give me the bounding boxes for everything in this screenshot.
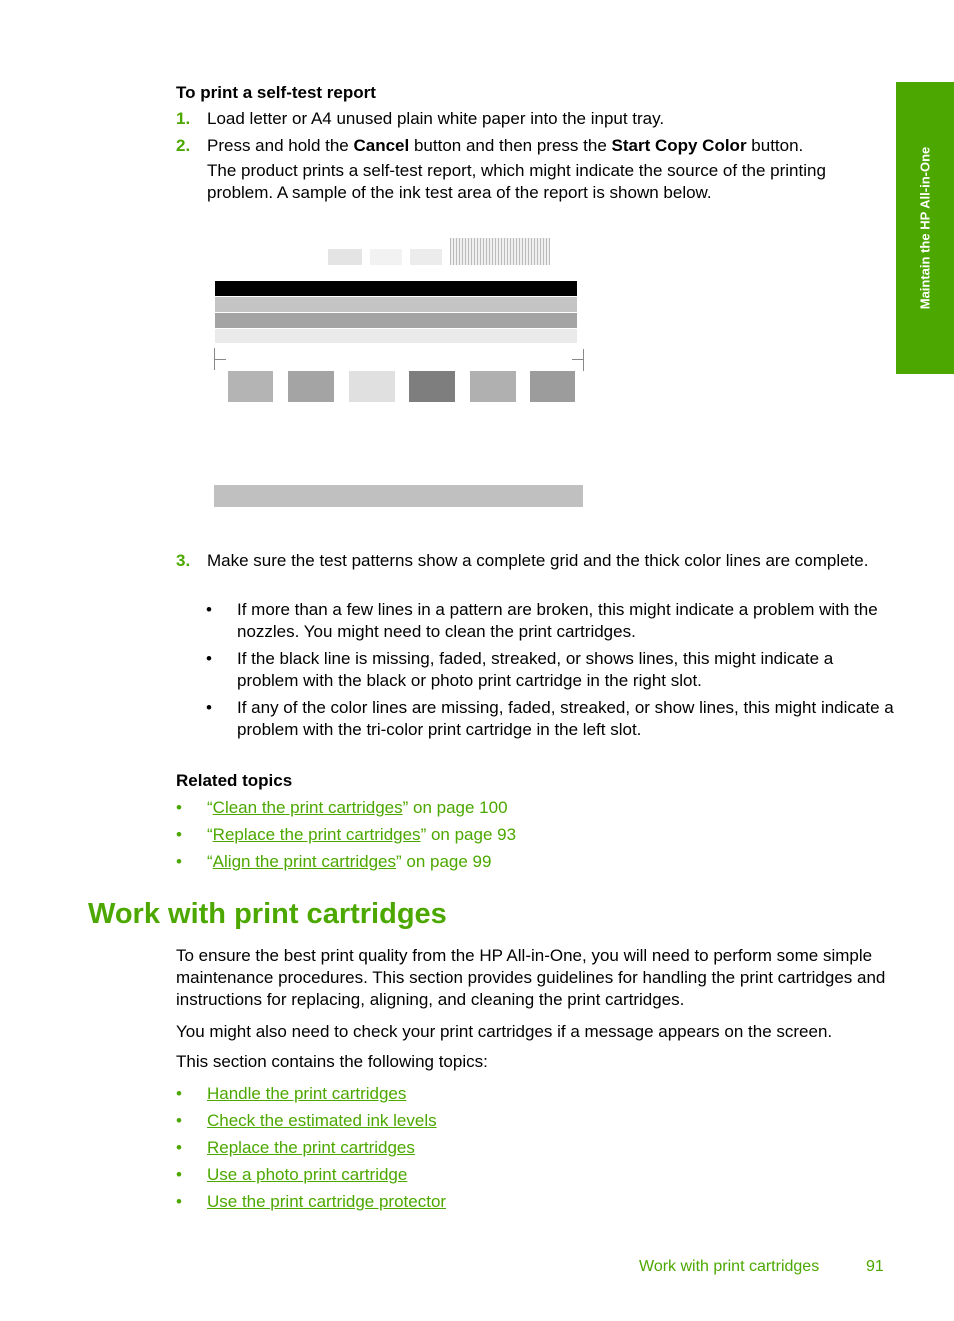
- start-copy-color-ref: Start Copy Color: [611, 136, 747, 155]
- topic-item: • Handle the print cartridges: [176, 1080, 446, 1107]
- topic-link[interactable]: Use a photo print cartridge: [207, 1165, 407, 1184]
- cancel-button-ref: Cancel: [353, 136, 410, 155]
- section-paragraph: You might also need to check your print …: [176, 1022, 833, 1041]
- topic-item: • Replace the print cartridges: [176, 1134, 446, 1161]
- list-item: • If any of the color lines are missing, …: [206, 697, 896, 741]
- self-test-report-sample: [210, 235, 590, 515]
- bullet: •: [176, 1192, 182, 1211]
- bullet: •: [176, 1165, 182, 1184]
- alignment-mark: [583, 349, 584, 371]
- topic-link[interactable]: Replace the print cartridges: [207, 1138, 415, 1157]
- page-ref: ” on page 99: [396, 852, 492, 871]
- related-topics-list: • “Clean the print cartridges” on page 10…: [176, 794, 516, 875]
- step-number: 2.: [176, 136, 191, 155]
- test-pattern-block: [328, 249, 362, 265]
- related-topic-item: • “Replace the print cartridges” on page …: [176, 821, 516, 848]
- footer-section-title: Work with print cartridges: [639, 1258, 820, 1275]
- alignment-mark: [572, 359, 584, 360]
- list-item: • If more than a few lines in a pattern a…: [206, 599, 896, 643]
- color-swatch: [409, 371, 455, 402]
- step-3-bullets: • If more than a few lines in a pattern a…: [206, 599, 896, 746]
- topic-item: • Use the print cartridge protector: [176, 1188, 446, 1215]
- page-ref: ” on page 93: [420, 825, 517, 844]
- bullet: •: [176, 1138, 182, 1157]
- list-item-text: If the black line is missing, faded, str…: [237, 649, 834, 690]
- step-text: Press and hold the Cancel button and the…: [207, 135, 888, 157]
- nozzle-grid-pattern: [450, 238, 550, 265]
- list-item-text: If any of the color lines are missing, f…: [237, 698, 894, 739]
- color-swatch: [530, 371, 575, 402]
- list-item: • If the black line is missing, faded, st…: [206, 648, 896, 692]
- related-link-clean[interactable]: Clean the print cartridges: [213, 798, 403, 817]
- page-ref: ” on page 100: [402, 798, 508, 817]
- related-topic-item: • “Clean the print cartridges” on page 10…: [176, 794, 516, 821]
- step-text-part: button and then press the: [409, 136, 612, 155]
- black-line: [215, 281, 577, 296]
- step-text-part: button.: [746, 136, 804, 155]
- related-link-align[interactable]: Align the print cartridges: [213, 852, 396, 871]
- related-link-replace[interactable]: Replace the print cartridges: [213, 825, 421, 844]
- bullet: •: [176, 1084, 182, 1103]
- color-line: [215, 313, 577, 328]
- color-line: [215, 297, 577, 312]
- chapter-side-tab: Maintain the HP All-in-One: [896, 82, 954, 374]
- test-pattern-block: [410, 249, 442, 265]
- related-topics-heading: Related topics: [176, 771, 293, 790]
- bullet: •: [206, 600, 212, 619]
- color-swatch: [288, 371, 334, 402]
- chapter-side-tab-label: Maintain the HP All-in-One: [917, 146, 933, 310]
- color-swatch: [470, 371, 516, 402]
- topic-link[interactable]: Use the print cartridge protector: [207, 1192, 446, 1211]
- topic-item: • Check the estimated ink levels: [176, 1107, 446, 1134]
- color-line: [215, 329, 577, 343]
- topics-list: • Handle the print cartridges • Check the …: [176, 1080, 446, 1215]
- test-pattern-block: [370, 249, 402, 265]
- related-topic-item: • “Align the print cartridges” on page 99: [176, 848, 516, 875]
- bullet: •: [176, 825, 182, 844]
- bullet: •: [206, 649, 212, 668]
- page-number: 91: [866, 1258, 884, 1275]
- topic-link[interactable]: Handle the print cartridges: [207, 1084, 406, 1103]
- bullet: •: [176, 852, 182, 871]
- step-text: Load letter or A4 unused plain white pap…: [207, 109, 665, 128]
- step-number: 1.: [176, 109, 191, 128]
- step-detail: The product prints a self-test report, w…: [207, 161, 826, 202]
- section-title: Work with print cartridges: [88, 898, 447, 930]
- step-1: 1. Load letter or A4 unused plain white …: [176, 108, 888, 130]
- bullet: •: [176, 798, 182, 817]
- alignment-mark: [214, 359, 226, 360]
- section-intro: To ensure the best print quality from th…: [176, 946, 886, 1009]
- list-item-text: If more than a few lines in a pattern ar…: [237, 600, 878, 641]
- topic-link[interactable]: Check the estimated ink levels: [207, 1111, 437, 1130]
- procedure-heading: To print a self-test report: [176, 83, 376, 102]
- step-2: 2. Press and hold the Cancel button and …: [176, 135, 888, 204]
- step-3: 3. Make sure the test patterns show a co…: [176, 550, 888, 572]
- step-text-part: Press and hold the: [207, 136, 354, 155]
- color-swatch: [349, 371, 395, 402]
- step-number: 3.: [176, 551, 191, 570]
- step-text: Make sure the test patterns show a compl…: [207, 551, 869, 570]
- gray-band: [214, 485, 583, 507]
- color-swatch: [228, 371, 273, 402]
- section-paragraph: This section contains the following topi…: [176, 1052, 488, 1071]
- bullet: •: [206, 698, 212, 717]
- topic-item: • Use a photo print cartridge: [176, 1161, 446, 1188]
- bullet: •: [176, 1111, 182, 1130]
